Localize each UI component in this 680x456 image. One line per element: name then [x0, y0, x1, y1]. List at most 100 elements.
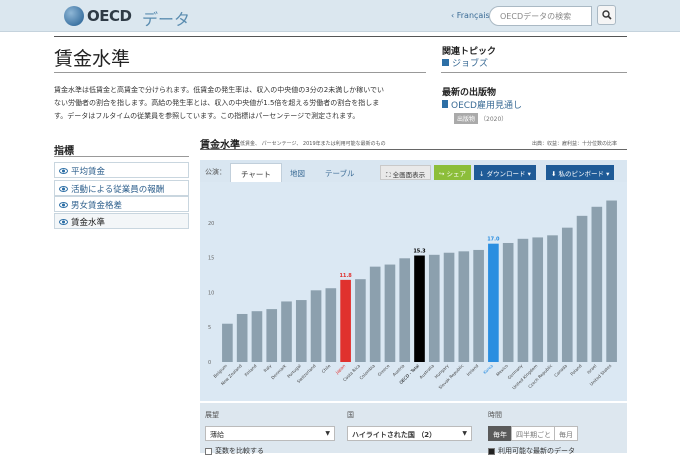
topic-icon: [442, 59, 449, 66]
download-label: ダウンロード: [486, 170, 526, 178]
download-icon: ↓: [479, 170, 487, 178]
chevron-down-icon: ▼: [325, 430, 330, 437]
chart-bar[interactable]: [532, 237, 544, 362]
time-label: 時間: [488, 411, 502, 419]
pinboard-button[interactable]: ⬇ 私のピンボード ▾: [546, 165, 615, 180]
chart-bar[interactable]: [517, 238, 529, 362]
chart-bar[interactable]: [414, 255, 425, 362]
sidebar-item-employee-compensation[interactable]: 活動による従業員の報酬: [54, 180, 189, 196]
sidebar-item-average-wages[interactable]: 平均賃金: [54, 162, 189, 178]
search-button[interactable]: [597, 5, 616, 25]
search-icon: [601, 10, 612, 20]
chart-bar[interactable]: [488, 243, 499, 362]
tab-chart[interactable]: チャート: [230, 163, 282, 182]
y-tick-label: 5: [208, 325, 211, 331]
chart-bar[interactable]: [576, 215, 588, 362]
time-quarterly-button[interactable]: 四半期ごと: [511, 426, 556, 441]
bar-chart: 0 5 10 15 20 Belgium New Zealand Finland Italy De…: [200, 182, 627, 401]
sidebar-rule: [54, 156, 189, 157]
eye-icon: [59, 202, 68, 208]
expand-icon: ⛶: [386, 171, 393, 179]
chart-bar[interactable]: [295, 300, 307, 362]
latest-data-checkbox[interactable]: 利用可能な最新のデータ: [488, 446, 575, 456]
chart-bar[interactable]: [355, 279, 366, 362]
chart-bar[interactable]: [340, 279, 351, 362]
y-tick-label: 0: [208, 360, 211, 366]
bar-value-label: 17.0: [487, 237, 500, 243]
sidebar-item-label: 男女賃金格差: [71, 201, 123, 211]
x-tick-label: Chile: [321, 363, 332, 374]
download-button[interactable]: ↓ ダウンロード ▾: [474, 165, 536, 180]
chart-rule: [200, 149, 627, 150]
latest-data-label: 利用可能な最新のデータ: [498, 447, 575, 455]
publication-link[interactable]: OECD雇用見通し: [442, 98, 522, 111]
chevron-down-icon: ▾: [604, 170, 610, 178]
x-tick-label: Italy: [262, 363, 272, 373]
country-label: 国: [347, 411, 354, 419]
share-button[interactable]: ↪ シェア: [434, 165, 472, 180]
x-tick-label: Ireland: [466, 363, 480, 377]
pin-icon: ⬇: [551, 170, 559, 178]
bar-value-label: 15.3: [413, 249, 426, 255]
y-tick-label: 10: [208, 290, 214, 296]
x-tick-label: Japan: [334, 363, 347, 376]
section-title[interactable]: データ: [142, 6, 190, 30]
y-tick-label: 20: [208, 221, 214, 227]
country-select[interactable]: ハイライトされた国 （2） ▼: [347, 426, 472, 441]
eye-icon: [59, 219, 68, 225]
eye-icon: [59, 168, 68, 174]
related-topic-label: ジョブズ: [452, 59, 489, 69]
chevron-down-icon: ▼: [462, 430, 467, 437]
chart-bar[interactable]: [236, 313, 248, 362]
chart-bar[interactable]: [561, 227, 573, 362]
top-rule: [54, 36, 627, 37]
chart-bar[interactable]: [591, 206, 603, 362]
chart-source: 出典：収益：雇利益：十分位数の比率: [532, 141, 618, 147]
chart-bar[interactable]: [222, 323, 233, 362]
chart-svg: 05101520BelgiumNew Zealand Finland ItalyDe…: [208, 200, 617, 390]
chart-bar[interactable]: [251, 311, 263, 362]
chart-bar[interactable]: [281, 301, 292, 362]
chart-bar[interactable]: [325, 288, 337, 362]
page-title: 賃金水準: [54, 48, 131, 70]
publication-badge: 出版物: [454, 113, 479, 124]
page-description: 賃金水準は低賃金と高賃金で分けられます。低賃金の発生率は、収入の中央値の3分の2…: [54, 86, 384, 120]
language-link[interactable]: ‹ Français: [451, 11, 490, 20]
tab-map[interactable]: 地図: [280, 163, 315, 182]
x-tick-label: Greece: [377, 363, 391, 377]
chart-subtitle: 低賃金、 パーセンテージ、 2019年または利用可能な最新のもの: [240, 141, 386, 147]
chart-bar[interactable]: [473, 249, 484, 362]
title-rule: [54, 72, 426, 73]
time-monthly-button[interactable]: 毎月: [554, 426, 578, 441]
chart-bar[interactable]: [399, 258, 411, 362]
compare-variables-checkbox[interactable]: 変数を比較する: [205, 446, 264, 456]
sidebar-item-label: 活動による従業員の報酬: [71, 185, 165, 195]
chart-bar[interactable]: [266, 309, 278, 362]
chart-bar[interactable]: [502, 242, 514, 362]
chart-bar[interactable]: [458, 251, 470, 362]
compare-label: 変数を比較する: [215, 447, 264, 455]
sidebar-item-gender-wage-gap[interactable]: 男女賃金格差: [54, 196, 189, 212]
chart-bar[interactable]: [547, 235, 558, 362]
prospect-select[interactable]: 薄給 ▼: [205, 426, 335, 441]
sidebar-item-wage-levels[interactable]: 賃金水準: [54, 213, 189, 229]
tab-table[interactable]: テーブル: [315, 163, 365, 182]
chart-bar[interactable]: [310, 290, 322, 362]
related-topic-link[interactable]: ジョブズ: [442, 56, 488, 69]
x-tick-label: Korea: [482, 363, 494, 375]
time-annual-button[interactable]: 毎年: [488, 426, 512, 441]
search-input[interactable]: OECDデータの検索: [489, 6, 592, 26]
globe-icon: [64, 6, 84, 26]
oecd-logo[interactable]: OECD: [64, 6, 132, 26]
chart-bar[interactable]: [369, 266, 381, 362]
chart-bar[interactable]: [428, 254, 440, 362]
fullscreen-button[interactable]: ⛶ 全画面表示: [380, 165, 432, 180]
chart-bar[interactable]: [384, 264, 396, 362]
x-tick-label: Colombia: [358, 363, 376, 381]
chart-bar[interactable]: [443, 252, 455, 362]
latest-publications-heading: 最新の出版物: [442, 88, 497, 98]
country-value: ハイライトされた国 （2）: [352, 431, 437, 439]
logo-text: OECD: [87, 7, 132, 25]
chart-bar[interactable]: [606, 200, 617, 362]
prospect-label: 展望: [205, 411, 219, 419]
